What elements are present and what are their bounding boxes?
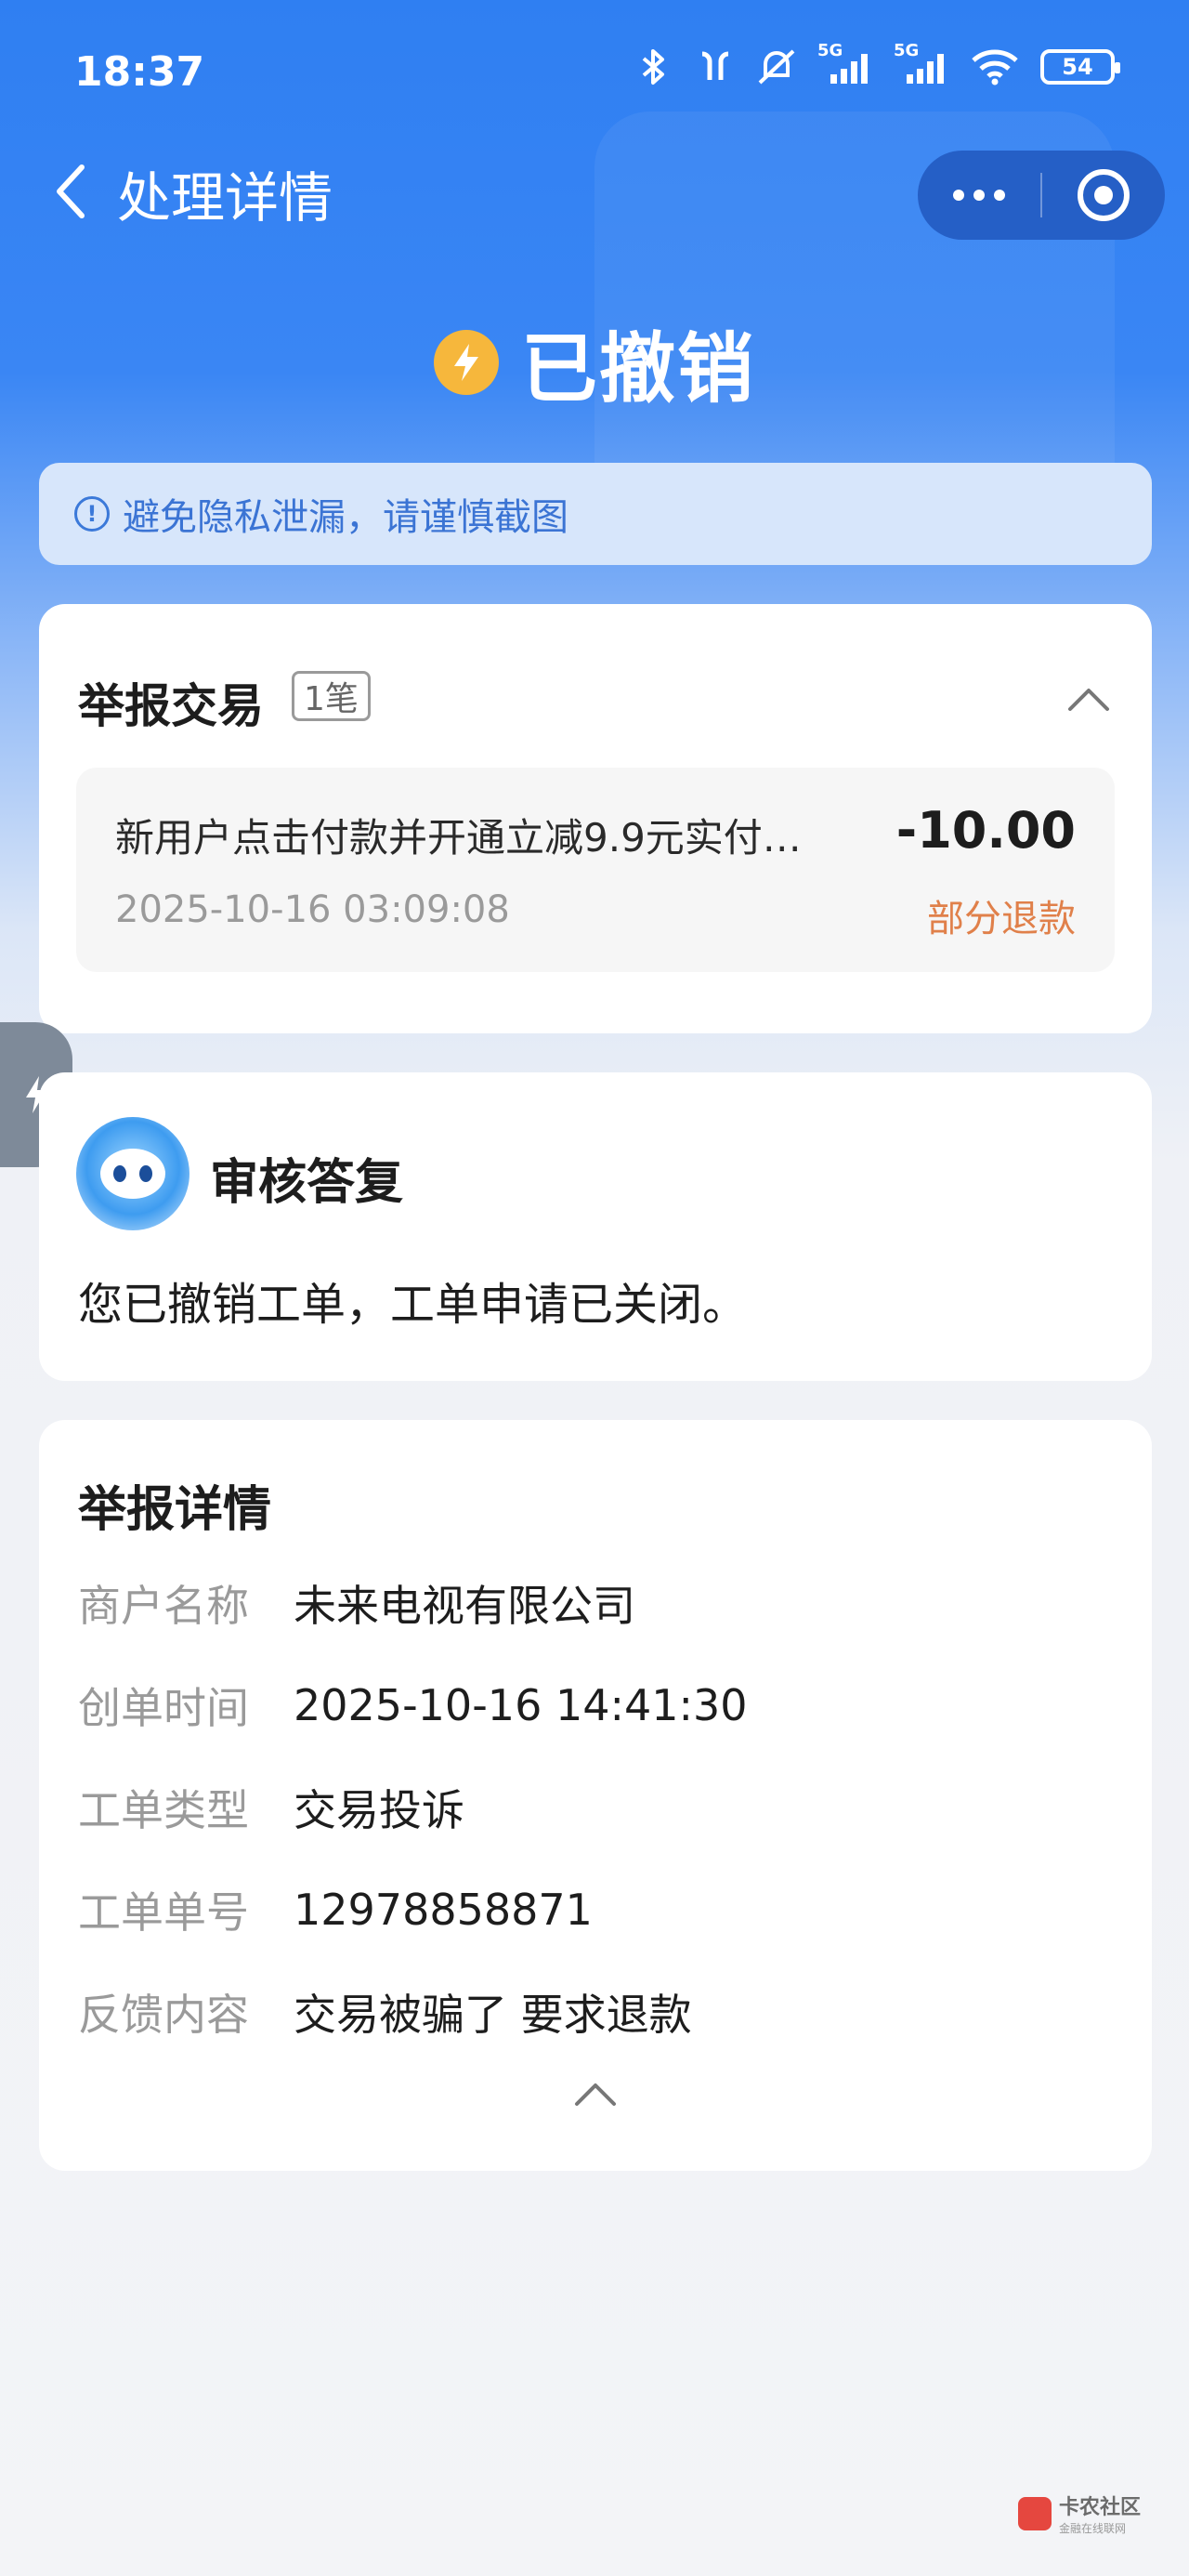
more-button[interactable] [918, 151, 1040, 240]
detail-row: 工单单号 12978858871 [78, 1877, 593, 1942]
count-badge: 1笔 [292, 671, 371, 721]
transaction-name: 新用户点击付款并开通立减9.9元实付… [115, 815, 802, 861]
network-type-label: 5G [894, 41, 920, 60]
detail-value: 交易被骗了 要求退款 [294, 1990, 692, 2040]
detail-row: 商户名称 未来电视有限公司 [78, 1571, 635, 1636]
battery-icon: 54 [1040, 49, 1120, 85]
status-bar: 18:37 5G 5G 54 [0, 0, 1189, 149]
more-dot-icon [953, 190, 964, 201]
robot-avatar-icon [76, 1117, 189, 1230]
detail-row: 反馈内容 交易被骗了 要求退款 [78, 1979, 692, 2044]
detail-value: 2025-10-16 14:41:30 [294, 1680, 748, 1730]
chevron-up-icon [575, 2083, 616, 2106]
watermark-logo-icon [1018, 2496, 1052, 2530]
network-type-label: 5G [817, 41, 843, 60]
status-heading: 已撤销 [0, 307, 1189, 417]
wifi-icon [970, 46, 1020, 87]
chevron-left-icon [57, 164, 85, 218]
chevron-up-icon [1068, 689, 1109, 711]
more-dot-icon [973, 190, 985, 201]
section-title: 举报交易 [78, 679, 264, 733]
detail-row: 工单类型 交易投诉 [78, 1775, 464, 1840]
status-time: 18:37 [74, 48, 205, 96]
mini-program-capsule [918, 151, 1165, 240]
status-text: 已撤销 [520, 325, 755, 414]
back-button[interactable] [33, 154, 108, 229]
info-icon: ! [74, 496, 110, 532]
review-reply-text: 您已撤销工单，工单申请已关闭。 [78, 1279, 748, 1331]
privacy-tip: ! 避免隐私泄漏，请谨慎截图 [39, 463, 1152, 565]
lightning-icon [433, 329, 499, 395]
detail-label: 工单类型 [78, 1785, 249, 1835]
privacy-tip-text: 避免隐私泄漏，请谨慎截图 [123, 496, 568, 539]
transaction-item[interactable]: 新用户点击付款并开通立减9.9元实付… -10.00 2025-10-16 03… [76, 768, 1115, 972]
status-icons: 5G 5G 54 [634, 41, 1120, 87]
more-dot-icon [994, 190, 1005, 201]
watermark-subtitle: 金融在线联网 [1059, 2522, 1127, 2535]
collapse-button[interactable] [1061, 671, 1117, 727]
detail-label: 反馈内容 [78, 1990, 249, 2040]
battery-level: 54 [1062, 54, 1093, 80]
detail-value: 交易投诉 [294, 1785, 464, 1835]
bluetooth-icon [634, 46, 674, 87]
cellular-signal-icon-1: 5G [817, 41, 873, 87]
transaction-time: 2025-10-16 03:09:08 [115, 888, 510, 931]
detail-row: 创单时间 2025-10-16 14:41:30 [78, 1673, 748, 1738]
mute-bell-icon [756, 46, 797, 87]
close-button[interactable] [1042, 151, 1165, 240]
transaction-status: 部分退款 [927, 898, 1076, 940]
transaction-amount: -10.00 [895, 801, 1076, 860]
detail-label: 创单时间 [78, 1683, 249, 1733]
section-title: 审核答复 [210, 1155, 404, 1211]
page-title: 处理详情 [117, 166, 333, 230]
section-title: 举报详情 [78, 1482, 272, 1538]
detail-value: 12978858871 [294, 1885, 593, 1935]
detail-value: 未来电视有限公司 [294, 1581, 635, 1631]
detail-label: 商户名称 [78, 1581, 249, 1631]
watermark: 卡农社区 金融在线联网 [1018, 2491, 1141, 2536]
earbuds-icon [695, 46, 736, 87]
target-close-icon [1078, 169, 1130, 221]
collapse-button[interactable] [568, 2070, 623, 2117]
report-details-card: 举报详情 商户名称 未来电视有限公司 创单时间 2025-10-16 14:41… [39, 1420, 1152, 2171]
cellular-signal-icon-2: 5G [894, 41, 949, 87]
watermark-name: 卡农社区 [1059, 2496, 1142, 2519]
report-transactions-card: 举报交易 1笔 新用户点击付款并开通立减9.9元实付… -10.00 2025-… [39, 604, 1152, 1033]
review-reply-card: 审核答复 您已撤销工单，工单申请已关闭。 [39, 1072, 1152, 1381]
detail-label: 工单单号 [78, 1887, 249, 1938]
